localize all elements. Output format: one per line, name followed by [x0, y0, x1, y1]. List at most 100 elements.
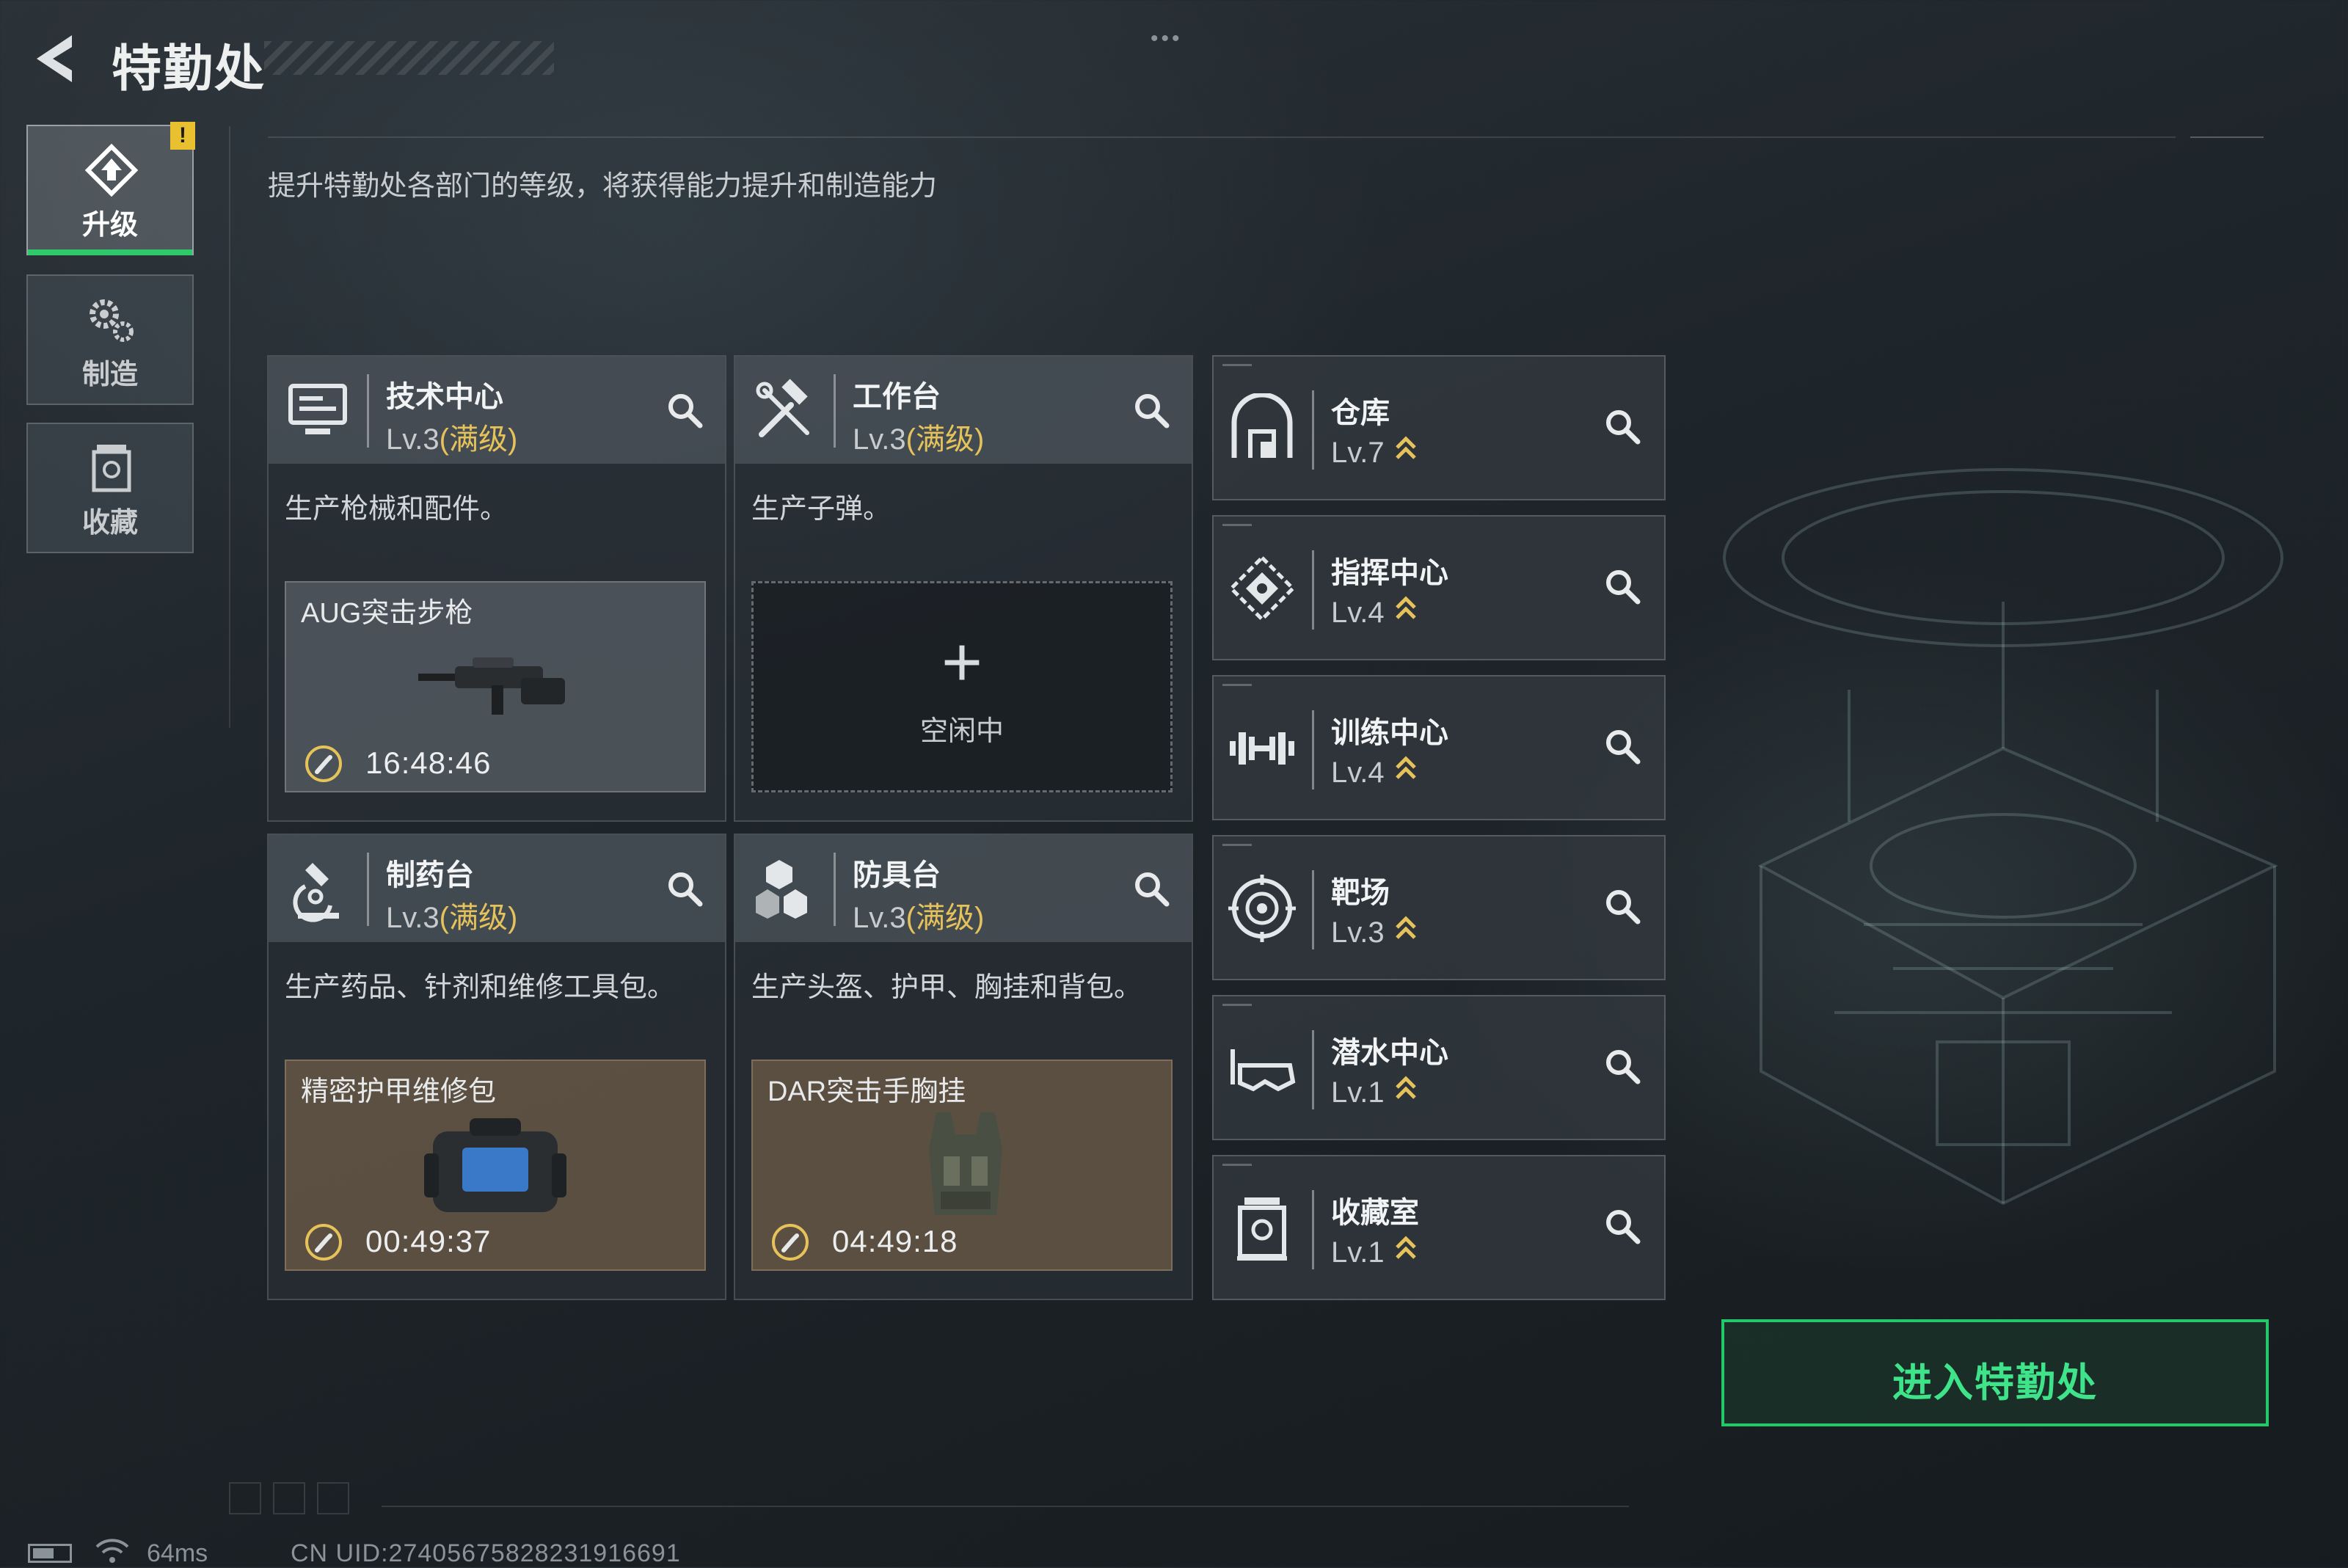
header-separator [367, 374, 369, 448]
header-separator [834, 374, 836, 448]
production-timer: 00:49:37 [365, 1224, 492, 1258]
warehouse-icon [1231, 393, 1293, 458]
department-command-center[interactable]: 指挥中心 Lv.4 [1212, 515, 1666, 660]
production-slot-idle[interactable]: + 空闲中 [751, 581, 1173, 792]
nav-tab-upgrade[interactable]: ! 升级 [26, 122, 195, 255]
ping-value: 64ms [147, 1539, 208, 1567]
search-icon[interactable] [1601, 405, 1644, 448]
dumbbell-icon [1230, 732, 1294, 765]
nav-divider [229, 126, 230, 728]
production-slot[interactable]: 精密护甲维修包 00:49:37 [285, 1060, 706, 1271]
department-diving-center[interactable]: 潜水中心 Lv.1 [1212, 995, 1666, 1140]
alert-badge: ! [170, 122, 195, 150]
microscope-icon [293, 863, 339, 922]
card-header: 工作台 Lv.3(满级) [735, 357, 1192, 464]
production-slot[interactable]: DAR突击手胸挂 04:49:18 [751, 1060, 1173, 1271]
upgrade-available-icon [1395, 916, 1416, 939]
collection-room-icon [1237, 1197, 1287, 1261]
department-level: Lv.4 [1331, 593, 1417, 630]
search-icon[interactable] [663, 389, 706, 431]
title-decoration [264, 41, 554, 75]
nav-tab-collection[interactable]: 收藏 [26, 423, 194, 553]
upgrade-available-icon [1395, 436, 1416, 459]
collection-icon [92, 445, 131, 492]
production-slot[interactable]: AUG突击步枪 16:48:46 [285, 581, 706, 792]
idle-status: 空闲中 [919, 716, 1004, 747]
hammer-wrench-icon [756, 379, 809, 437]
production-timer: 04:49:18 [832, 1224, 958, 1258]
search-icon[interactable] [1601, 1045, 1644, 1087]
max-level-tag: (满级) [439, 902, 518, 934]
blocks-icon [756, 860, 807, 919]
upgrade-available-icon [1395, 756, 1416, 779]
back-arrow-icon[interactable] [26, 29, 85, 88]
production-item-name: 精密护甲维修包 [301, 1076, 497, 1107]
department-level: Lv.1 [1331, 1073, 1417, 1109]
page-title: 特勤处 [112, 41, 266, 97]
wifi-icon [95, 1539, 129, 1563]
card-header: 防具台 Lv.3(满级) [735, 835, 1192, 942]
facility-description: 生产药品、针剂和维修工具包。 [285, 972, 676, 1003]
facility-level: Lv.3(满级) [853, 423, 985, 456]
department-warehouse[interactable]: 仓库 Lv.7 [1212, 355, 1666, 500]
enter-special-ops-button[interactable]: 进入特勤处 [1721, 1319, 2269, 1426]
header-divider-accent [2190, 136, 2264, 138]
upgrade-icon [84, 143, 139, 197]
user-uid: CN UID:27405675828231916691 [291, 1539, 681, 1567]
department-name: 收藏室 [1331, 1197, 1419, 1229]
upgrade-available-icon [1395, 1236, 1416, 1259]
facility-description: 生产子弹。 [751, 494, 892, 525]
facility-card-armory[interactable]: 防具台 Lv.3(满级) 生产头盔、护甲、胸挂和背包。 DAR突击手胸挂 04:… [734, 834, 1193, 1300]
department-name: 潜水中心 [1331, 1037, 1448, 1069]
facility-card-workbench[interactable]: 工作台 Lv.3(满级) 生产子弹。 + 空闲中 [734, 355, 1193, 822]
search-icon[interactable] [1130, 867, 1173, 910]
max-level-tag: (满级) [905, 902, 985, 934]
max-level-tag: (满级) [905, 423, 985, 456]
search-icon[interactable] [1601, 725, 1644, 767]
search-icon[interactable] [1601, 565, 1644, 608]
department-level: Lv.7 [1331, 433, 1417, 470]
department-level: Lv.3 [1331, 913, 1417, 949]
enter-button-label: 进入特勤处 [1892, 1361, 2098, 1405]
add-production-icon: + [941, 623, 983, 701]
rifle-image [418, 657, 565, 715]
nav-tab-label: 收藏 [81, 508, 138, 539]
header-divider [268, 136, 2176, 138]
department-name: 训练中心 [1331, 717, 1448, 749]
department-collection-room[interactable]: 收藏室 Lv.1 [1212, 1155, 1666, 1300]
facility-level: Lv.3(满级) [386, 423, 518, 456]
facility-name: 工作台 [853, 381, 941, 413]
department-level: Lv.4 [1331, 753, 1417, 790]
wrench-timer-icon [305, 1224, 342, 1261]
repair-kit-image [424, 1118, 566, 1212]
facility-level: Lv.3(满级) [853, 902, 985, 934]
search-icon[interactable] [1130, 389, 1173, 431]
facility-name: 防具台 [853, 859, 941, 891]
production-item-name: DAR突击手胸挂 [768, 1076, 966, 1107]
chest-rig-image [929, 1112, 1002, 1215]
search-icon[interactable] [1601, 1205, 1644, 1247]
department-name: 仓库 [1331, 397, 1390, 429]
diving-mask-icon [1230, 1049, 1296, 1092]
nav-tab-crafting[interactable]: 制造 [26, 274, 194, 405]
facility-card-tech-center[interactable]: 技术中心 Lv.3(满级) 生产枪械和配件。 AUG突击步枪 16:48:46 [267, 355, 726, 822]
facility-description: 生产枪械和配件。 [285, 494, 508, 525]
wrench-timer-icon [305, 745, 342, 782]
footer-divider [382, 1506, 1629, 1507]
search-icon[interactable] [663, 867, 706, 910]
nav-tab-label: 升级 [81, 210, 138, 241]
header-separator [834, 853, 836, 926]
facility-card-pharmacy[interactable]: 制药台 Lv.3(满级) 生产药品、针剂和维修工具包。 精密护甲维修包 00:4… [267, 834, 726, 1300]
wrench-timer-icon [772, 1224, 809, 1261]
card-header: 技术中心 Lv.3(满级) [269, 357, 725, 464]
department-training-center[interactable]: 训练中心 Lv.4 [1212, 675, 1666, 820]
department-shooting-range[interactable]: 靶场 Lv.3 [1212, 835, 1666, 980]
department-level: Lv.1 [1331, 1233, 1417, 1269]
search-icon[interactable] [1601, 885, 1644, 927]
computer-icon [288, 384, 347, 434]
card-header: 制药台 Lv.3(满级) [269, 835, 725, 942]
more-dots-icon[interactable]: ••• [1151, 26, 1183, 51]
nav-tab-label: 制造 [81, 360, 138, 390]
decor-square [229, 1482, 261, 1514]
production-item-name: AUG突击步枪 [301, 598, 473, 629]
